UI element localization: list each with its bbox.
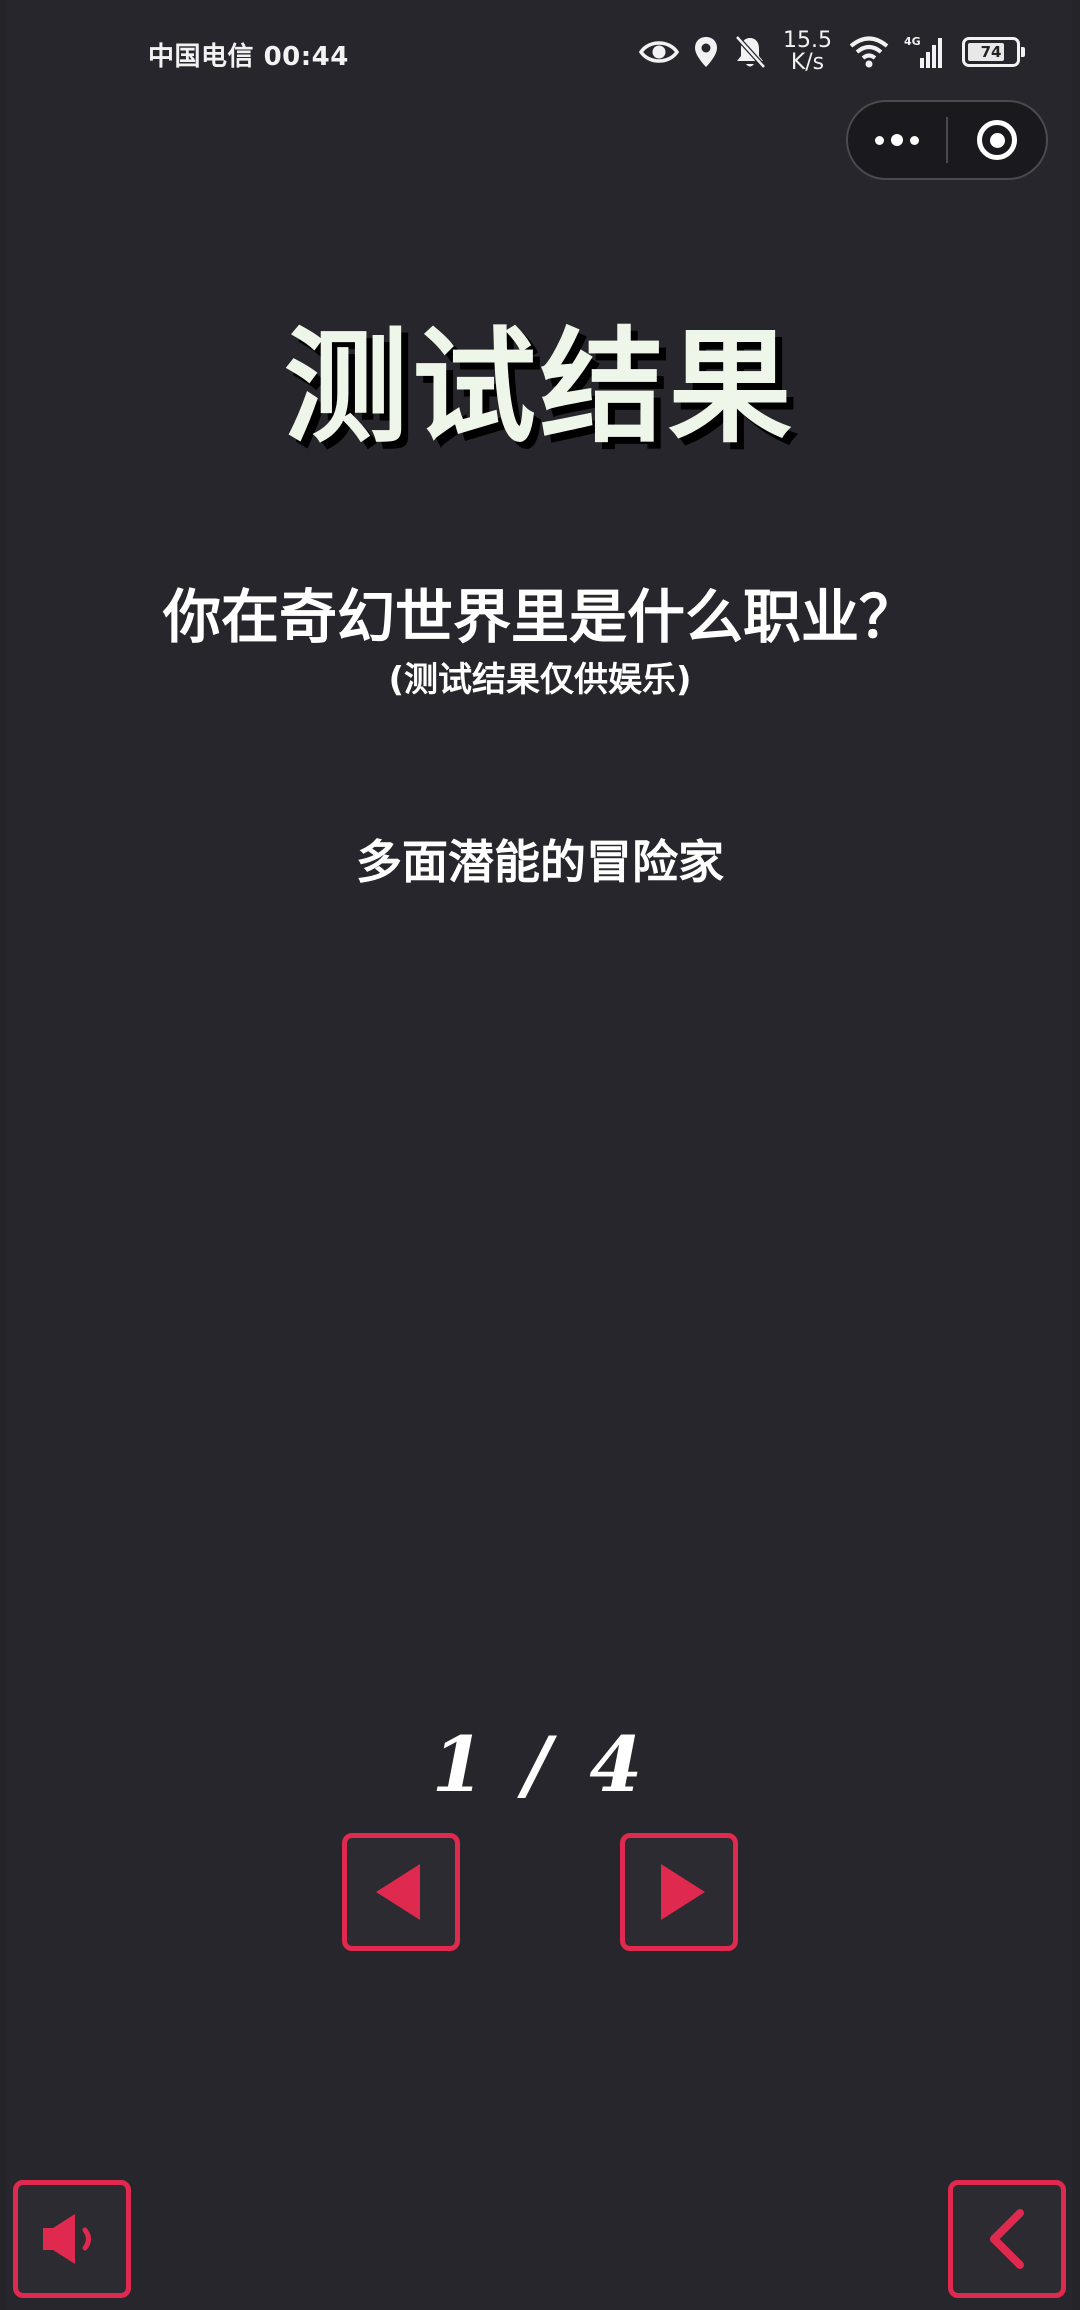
more-dots-icon: [875, 134, 919, 146]
battery-tip: [1021, 47, 1025, 57]
more-button[interactable]: [848, 102, 946, 178]
result-text: 多面潜能的冒险家: [356, 835, 724, 889]
net-speed-value: 15.5: [783, 28, 832, 53]
prev-page-button[interactable]: [342, 1833, 460, 1951]
status-icons: 15.5 K/s 4G 74: [639, 28, 1025, 76]
network-type-label: 4G: [904, 35, 921, 48]
net-speed-unit: K/s: [790, 50, 825, 75]
triangle-right-icon: [661, 1864, 705, 1920]
chevron-left-icon: [990, 2209, 1024, 2269]
sound-toggle-button[interactable]: [13, 2180, 131, 2298]
carrier-time: 中国电信 00:44: [148, 36, 349, 73]
miniprogram-capsule: [846, 100, 1048, 180]
quiz-question: 你在奇幻世界里是什么职业？: [162, 583, 917, 651]
page-title: 测试结果: [283, 316, 796, 460]
disclaimer-text: (测试结果仅供娱乐): [388, 660, 692, 700]
carrier-label: 中国电信: [148, 42, 255, 72]
battery-level-label: 74: [980, 43, 1002, 61]
back-button[interactable]: [948, 2180, 1066, 2298]
page-indicator: 1 / 4: [431, 1720, 649, 1809]
close-target-icon: [977, 120, 1017, 160]
net-speed: 15.5 K/s: [783, 30, 832, 74]
wifi-icon: [849, 36, 889, 68]
status-bar: 中国电信 00:44 15.5 K/s 4G 74: [0, 0, 1080, 110]
triangle-left-icon: [376, 1864, 420, 1920]
next-page-button[interactable]: [620, 1833, 738, 1951]
bell-muted-icon: [735, 35, 766, 69]
location-icon: [695, 37, 718, 67]
clock-label: 00:44: [263, 42, 349, 72]
signal-icon: 4G: [904, 35, 942, 68]
eye-icon: [639, 41, 680, 63]
speaker-icon: [43, 2214, 91, 2264]
close-miniprogram-button[interactable]: [948, 102, 1046, 178]
battery-icon: 74: [962, 37, 1025, 67]
